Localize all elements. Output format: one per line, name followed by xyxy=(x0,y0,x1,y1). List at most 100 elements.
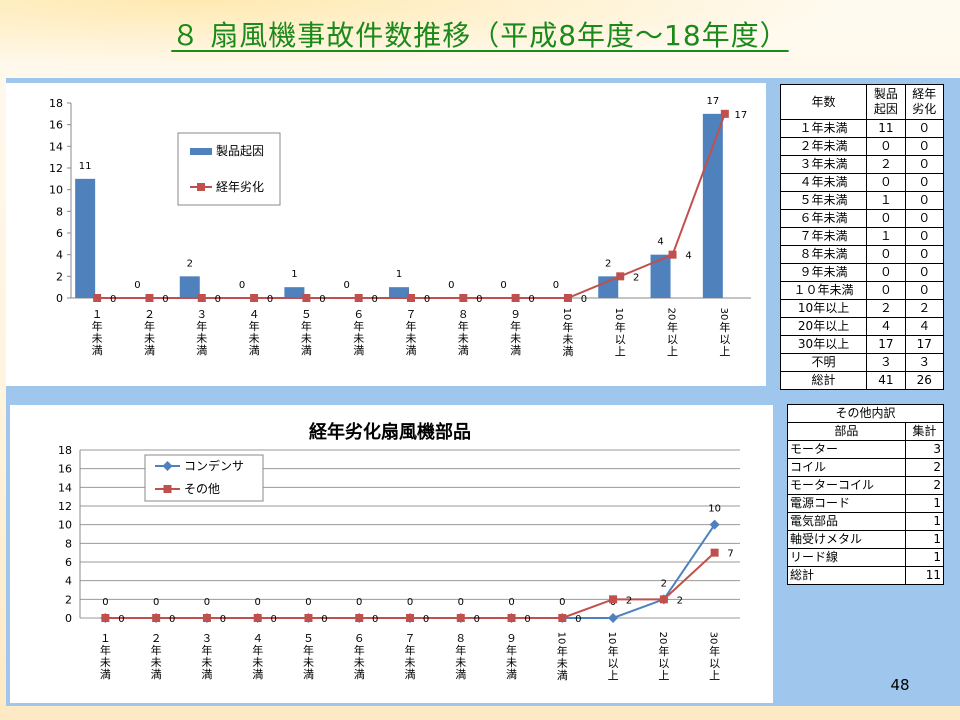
line-marker xyxy=(355,614,364,622)
x-tick-char: 上 xyxy=(615,345,626,358)
x-tick-label: ８年未満 xyxy=(455,632,466,681)
line-marker xyxy=(202,614,211,622)
table-cell: １０年未満 xyxy=(779,281,868,300)
x-tick-char: 年 xyxy=(458,319,469,333)
x-tick-char: 年 xyxy=(510,319,521,333)
legend-label: その他 xyxy=(184,482,220,496)
line-data-label: 0 xyxy=(559,597,565,608)
table-row: 総計 41 26 xyxy=(779,371,945,390)
table-cell: １ xyxy=(866,227,906,246)
page-number: 48 xyxy=(890,676,910,694)
y-tick-label: 12 xyxy=(49,162,63,175)
y-tick-label: 8 xyxy=(56,205,63,218)
x-tick-char: 年 xyxy=(100,643,111,657)
table-row: ５年未満 １ ０ xyxy=(779,191,945,210)
legend-label: 経年劣化 xyxy=(216,180,264,194)
table-cell: ７年未満 xyxy=(779,227,868,246)
x-tick-label: 20年以上 xyxy=(666,308,679,358)
table-cell: ０ xyxy=(904,173,945,192)
table-cell: 2 xyxy=(904,476,945,495)
line-marker xyxy=(608,613,619,623)
x-tick-char: 満 xyxy=(510,344,521,357)
x-tick-char: 年 xyxy=(667,320,678,334)
x-tick-label: ５年未満 xyxy=(301,308,312,357)
table-cell: ３ xyxy=(866,353,906,372)
table-cell: 1 xyxy=(904,530,945,549)
x-tick-char: 年 xyxy=(658,644,669,658)
bar-data-label: 4 xyxy=(657,237,663,248)
legend-label: 製品起因 xyxy=(216,144,264,158)
x-tick-char: 年 xyxy=(506,643,517,657)
line-marker xyxy=(253,614,262,622)
line-marker xyxy=(710,548,719,557)
line-marker xyxy=(720,109,729,118)
table-row: ２年未満 ０ ０ xyxy=(779,137,945,156)
line-data-label: 2 xyxy=(633,272,639,283)
line-marker xyxy=(407,294,415,302)
table-row: リード線 1 xyxy=(787,548,945,567)
line-data-label: 0 xyxy=(458,597,464,608)
x-tick-label: ２年未満 xyxy=(151,632,162,681)
line-marker xyxy=(406,614,414,622)
x-tick-char: 年 xyxy=(557,644,568,658)
line-data-label: 0 xyxy=(305,597,311,608)
table-row: コイル 2 xyxy=(787,458,945,477)
x-tick-label: ４年未満 xyxy=(249,308,260,357)
legend-swatch-bar xyxy=(190,148,212,155)
table-row: 軸受けメタル 1 xyxy=(787,530,945,549)
table-row: １０年未満 ０ ０ xyxy=(779,281,945,300)
bar xyxy=(702,113,723,298)
table-cell: ０ xyxy=(866,263,906,282)
table-cell: ０ xyxy=(866,281,906,300)
x-tick-label: ９年未満 xyxy=(510,308,521,357)
x-tick-char: 年 xyxy=(249,319,260,333)
line-data-label: 0 xyxy=(271,614,277,625)
table-cell: ０ xyxy=(866,209,906,228)
bar-data-label: 0 xyxy=(134,280,140,291)
table-cell: モーター xyxy=(787,440,906,459)
x-tick-label: ６年未満 xyxy=(353,308,364,357)
x-tick-char: 年 xyxy=(709,644,720,658)
line-data-label: 4 xyxy=(685,251,691,262)
y-tick-label: 18 xyxy=(49,97,63,110)
table-row: ４年未満 ０ ０ xyxy=(779,173,945,192)
line-data-label: 2 xyxy=(677,595,683,606)
line-marker xyxy=(616,272,625,281)
legend-marker xyxy=(163,485,172,493)
bar xyxy=(284,287,305,298)
line-marker xyxy=(563,294,572,302)
x-tick-char: 年 xyxy=(562,320,573,334)
y-tick-label: 10 xyxy=(49,184,63,197)
legend-marker xyxy=(197,183,205,191)
line-data-label: 0 xyxy=(110,294,116,305)
bar-data-label: 0 xyxy=(239,280,245,291)
line-data-label: 0 xyxy=(423,614,429,625)
line-data-label: 0 xyxy=(102,597,108,608)
bar xyxy=(75,178,96,298)
line-data-label: 2 xyxy=(626,595,632,606)
line-data-label: 0 xyxy=(372,614,378,625)
x-tick-char: 満 xyxy=(196,344,207,357)
line-data-label: 0 xyxy=(204,597,210,608)
x-tick-char: 上 xyxy=(658,669,669,682)
line-data-label: 0 xyxy=(356,597,362,608)
x-tick-char: 年 xyxy=(608,644,619,658)
y-tick-label: 16 xyxy=(49,119,63,132)
table-row: 総計 11 xyxy=(787,566,945,585)
y-tick-label: 10 xyxy=(58,519,72,532)
x-tick-char: 30 xyxy=(718,308,729,321)
table-row: 電源コード 1 xyxy=(787,494,945,513)
chart-aging-parts: 経年劣化扇風機部品0246810121416180000000000021000… xyxy=(10,405,773,703)
x-tick-char: 年 xyxy=(405,643,416,657)
x-tick-char: 満 xyxy=(249,344,260,357)
line-data-label: 0 xyxy=(215,294,221,305)
y-tick-label: 6 xyxy=(56,227,63,240)
x-tick-char: 10 xyxy=(606,632,617,645)
x-tick-label: １年未満 xyxy=(92,308,103,357)
table-cell: 1 xyxy=(904,494,945,513)
table-row: １年未満 11 ０ xyxy=(779,119,945,138)
table-cell: コイル xyxy=(787,458,906,477)
table-cell: 41 xyxy=(866,371,906,390)
y-tick-label: 2 xyxy=(56,270,63,283)
x-tick-char: 満 xyxy=(353,344,364,357)
